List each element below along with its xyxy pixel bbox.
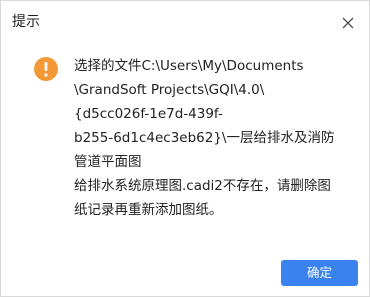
dialog-title: 提示	[12, 14, 40, 30]
message-line: 纸记录再重新添加图纸。	[74, 202, 223, 218]
alert-dialog: 提示 选择的文件C:\Users\My\Documents \GrandSoft…	[0, 0, 370, 297]
message-line: 给排水系统原理图.cadi2不存在，请删除图	[74, 178, 331, 194]
ok-button[interactable]: 确定	[281, 260, 358, 286]
message-line: 管道平面图	[74, 154, 142, 170]
close-icon	[342, 17, 354, 29]
message-line: \GrandSoft Projects\GQI\4.0\	[74, 82, 265, 98]
close-button[interactable]	[337, 12, 359, 34]
dialog-message: 选择的文件C:\Users\My\Documents \GrandSoft Pr…	[74, 54, 344, 222]
message-line: 选择的文件C:\Users\My\Documents	[74, 58, 304, 74]
warning-icon	[34, 57, 58, 81]
message-line: b255-6d1c4ec3eb62}\一层给排水及消防	[74, 130, 335, 146]
message-line: {d5cc026f-1e7d-439f-	[74, 106, 223, 122]
dialog-title-bar: 提示	[1, 1, 369, 45]
